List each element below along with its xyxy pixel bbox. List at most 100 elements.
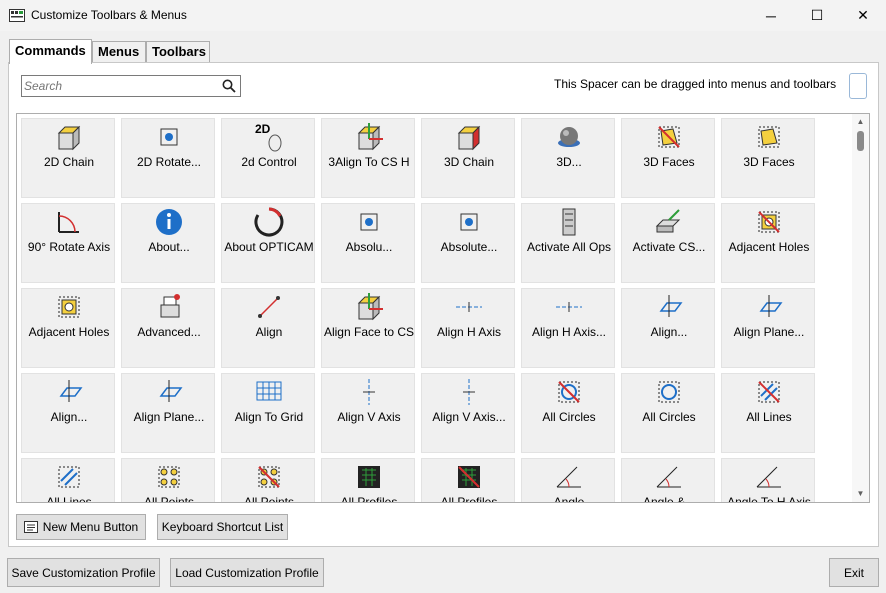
command-item[interactable]: All Circles xyxy=(621,373,715,453)
command-item[interactable]: Adjacent Holes xyxy=(721,203,815,283)
command-label: Align... xyxy=(650,325,688,339)
command-item[interactable]: 2D Rotate... xyxy=(121,118,215,198)
command-item[interactable]: Align... xyxy=(621,288,715,368)
new-menu-label: New Menu Button xyxy=(42,520,139,534)
command-item[interactable]: All Profiles xyxy=(321,458,415,502)
mouse-2d-icon: 2D xyxy=(255,122,282,152)
command-label: All Points xyxy=(143,495,195,503)
angle-and-icon xyxy=(656,466,681,488)
new-menu-button[interactable]: New Menu Button xyxy=(16,514,146,540)
cube-chain-icon xyxy=(57,125,81,151)
command-item[interactable]: Activate CS... xyxy=(621,203,715,283)
command-label: Align... xyxy=(50,410,88,424)
search-input[interactable] xyxy=(24,78,214,94)
command-item[interactable]: Align... xyxy=(21,373,115,453)
command-item[interactable]: All Lines xyxy=(21,458,115,502)
command-item[interactable]: 3D... xyxy=(521,118,615,198)
maximize-button[interactable]: ☐ xyxy=(794,0,840,31)
command-item[interactable]: 3D Faces xyxy=(721,118,815,198)
command-label: 3D Faces xyxy=(643,155,695,169)
command-item[interactable]: Align To Grid xyxy=(221,373,315,453)
command-item[interactable]: 90° Rotate Axis xyxy=(21,203,115,283)
align-cs-icon xyxy=(357,123,383,151)
exit-button[interactable]: Exit xyxy=(829,558,879,587)
command-item[interactable]: Activate All Ops xyxy=(521,203,615,283)
command-item[interactable]: About OPTICAM xyxy=(221,203,315,283)
align-h-axis-2-icon xyxy=(556,302,582,312)
command-label: Align H Axis xyxy=(436,325,502,339)
command-item[interactable]: 2D Chain xyxy=(21,118,115,198)
command-label: Align H Axis... xyxy=(531,325,607,339)
vertical-scrollbar[interactable]: ▲ ▼ xyxy=(852,114,869,502)
cube-red-icon xyxy=(457,125,481,151)
close-button[interactable]: ✕ xyxy=(840,0,886,31)
commands-panel: This Spacer can be dragged into menus an… xyxy=(8,62,879,547)
command-item[interactable]: Align V Axis xyxy=(321,373,415,453)
command-item[interactable]: All Profiles xyxy=(421,458,515,502)
command-label: Absolu... xyxy=(345,240,393,254)
angle-h-axis-icon xyxy=(756,466,781,488)
command-item[interactable]: All Lines xyxy=(721,373,815,453)
command-label: Angle To H Axis xyxy=(727,495,811,503)
all-points-icon xyxy=(158,466,180,488)
window-title: Customize Toolbars & Menus xyxy=(31,8,187,22)
command-item[interactable]: All Points xyxy=(121,458,215,503)
adjacent-holes-2-icon xyxy=(58,296,80,318)
faces-crossed-icon xyxy=(658,126,680,148)
command-label: Angle &... xyxy=(642,495,696,503)
tab-toolbars[interactable]: Toolbars xyxy=(146,41,210,62)
command-item[interactable]: All Points xyxy=(221,458,315,502)
angle-icon xyxy=(556,466,581,488)
scroll-down-arrow[interactable]: ▼ xyxy=(852,486,869,502)
command-item[interactable]: Adjacent Holes xyxy=(21,288,115,368)
align-icon xyxy=(258,296,280,318)
command-label: 3D Faces xyxy=(743,155,795,169)
title-bar: Customize Toolbars & Menus ─ ☐ ✕ xyxy=(0,0,886,31)
command-item[interactable]: Align H Axis xyxy=(421,288,515,368)
command-item[interactable]: 3D Faces xyxy=(621,118,715,198)
command-item[interactable]: All Circles xyxy=(521,373,615,453)
adjacent-holes-icon xyxy=(758,211,780,233)
command-label: Align V Axis xyxy=(337,410,401,424)
command-item[interactable]: Align Plane... xyxy=(721,288,815,368)
command-item[interactable]: Advanced... xyxy=(121,288,215,368)
command-label: Align Plane... xyxy=(133,410,205,424)
tab-commands[interactable]: Commands xyxy=(9,39,92,64)
all-lines-icon xyxy=(758,381,780,403)
command-item[interactable]: Absolute... xyxy=(421,203,515,283)
minimize-button[interactable]: ─ xyxy=(748,0,794,31)
command-item[interactable]: Align Face to CS xyxy=(321,288,415,368)
command-item[interactable]: Align xyxy=(221,288,315,368)
tab-menus[interactable]: Menus xyxy=(92,41,146,62)
command-item[interactable]: Absolu... xyxy=(321,203,415,283)
command-label: 3Align To CS H xyxy=(328,155,410,169)
command-item[interactable]: Align V Axis... xyxy=(421,373,515,453)
load-profile-button[interactable]: Load Customization Profile xyxy=(170,558,324,587)
command-item[interactable]: Angle To H Axis xyxy=(721,458,815,503)
align-plane-2-icon xyxy=(759,295,783,317)
advanced-icon xyxy=(160,294,180,318)
command-label: 2D Rotate... xyxy=(136,155,202,169)
draggable-spacer[interactable] xyxy=(849,73,867,99)
command-label: 90° Rotate Axis xyxy=(27,240,111,254)
scroll-up-arrow[interactable]: ▲ xyxy=(852,114,869,130)
search-icon[interactable] xyxy=(222,79,236,93)
command-item[interactable]: 3Align To CS H xyxy=(321,118,415,198)
sphere-3d-icon xyxy=(558,127,580,147)
command-item[interactable]: Angle xyxy=(521,458,615,502)
command-item[interactable]: 2D 2d Control xyxy=(221,118,315,198)
command-item[interactable]: About... xyxy=(121,203,215,283)
command-item[interactable]: Align Plane... xyxy=(121,373,215,453)
scroll-thumb[interactable] xyxy=(857,131,864,151)
command-item[interactable]: Align H Axis... xyxy=(521,288,615,368)
command-label: Align V Axis... xyxy=(432,410,506,424)
app-icon xyxy=(9,9,25,22)
opticam-logo-icon xyxy=(254,207,284,237)
command-item[interactable]: 3D Chain xyxy=(421,118,515,198)
align-parallelogram-icon xyxy=(59,380,83,402)
keyboard-shortcut-button[interactable]: Keyboard Shortcut List xyxy=(157,514,288,540)
command-label: 2D Chain xyxy=(43,155,95,169)
info-icon xyxy=(156,209,182,235)
save-profile-button[interactable]: Save Customization Profile xyxy=(7,558,160,587)
command-item[interactable]: Angle &... xyxy=(621,458,715,503)
